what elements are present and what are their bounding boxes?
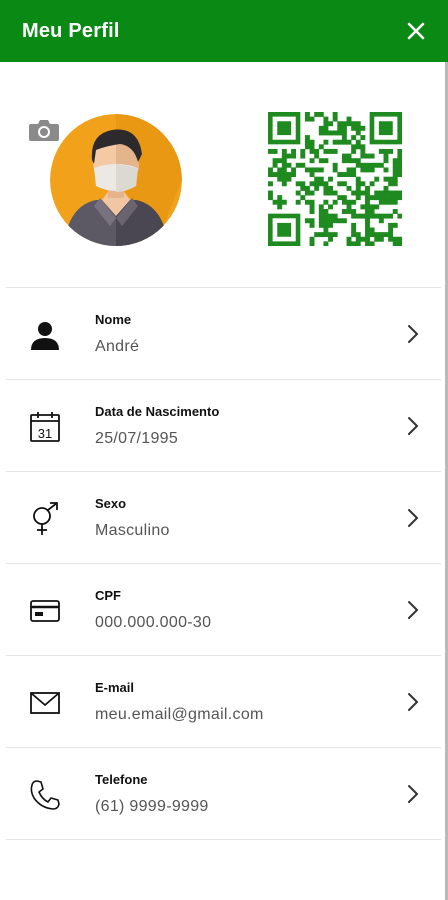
chevron-right-icon [405,508,421,528]
app-header: Meu Perfil [0,0,448,62]
list-item-cpf[interactable]: CPF 000.000.000-30 [6,564,441,656]
phone-icon [28,778,62,812]
field-value: meu.email@gmail.com [95,706,264,723]
field-label: Nome [95,312,132,327]
person-icon [28,318,62,352]
qr-code [268,112,403,247]
chevron-right-icon [405,784,421,804]
field-label: CPF [95,588,121,603]
field-value: (61) 9999-9999 [95,798,209,815]
qr-finder-pattern [378,121,393,136]
field-label: Telefone [95,772,148,787]
chevron-right-icon [405,600,421,620]
calendar-day-text: 31 [38,426,52,441]
field-value: André [95,338,140,355]
list-item-telefone[interactable]: Telefone (61) 9999-9999 [6,748,441,840]
list-item-sexo[interactable]: Sexo Masculino [6,472,441,564]
field-value: Masculino [95,522,170,539]
chevron-right-icon [405,324,421,344]
gender-icon [28,502,62,536]
list-item-data-de-nascimento[interactable]: 31 Data de Nascimento 25/07/1995 [6,380,441,472]
qr-finder-pattern [277,222,292,237]
field-label: Sexo [95,496,127,511]
chevron-right-icon [405,692,421,712]
mail-icon [28,686,62,720]
field-value: 25/07/1995 [95,430,179,447]
qr-finder-pattern [277,121,292,136]
page-title: Meu Perfil [22,19,120,42]
field-label: E-mail [95,680,135,695]
qr-code-graphic [268,112,403,247]
close-icon[interactable] [404,19,428,43]
chevron-right-icon [405,416,421,436]
card-icon [28,594,62,628]
profile-field-list: Nome André 31 Data de Nascimento 25/07/1… [6,287,441,840]
calendar-icon: 31 [28,410,62,444]
list-item-e-mail[interactable]: E-mail meu.email@gmail.com [6,656,441,748]
field-label: Data de Nascimento [95,404,220,419]
field-value: 000.000.000-30 [95,614,212,631]
list-item-nome[interactable]: Nome André [6,288,441,380]
camera-icon[interactable] [28,118,60,142]
avatar[interactable] [50,114,182,246]
